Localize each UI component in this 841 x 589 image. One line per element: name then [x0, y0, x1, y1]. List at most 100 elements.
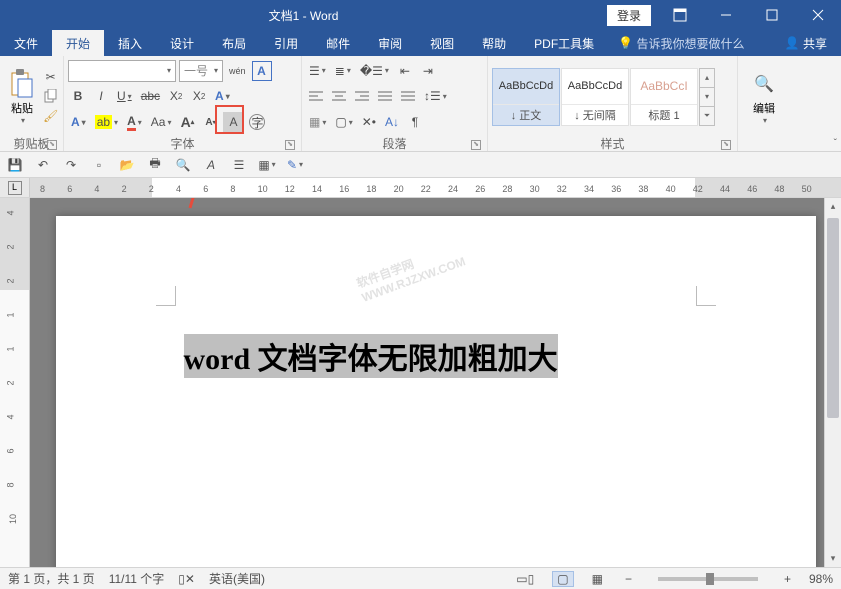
text-effects-button[interactable]: A▾	[212, 86, 233, 106]
format-painter-button[interactable]: 🖌	[40, 106, 61, 125]
justify-button[interactable]	[375, 86, 395, 106]
sort-button[interactable]: A↓	[382, 112, 402, 132]
borders-button[interactable]: ▢▾	[332, 112, 355, 132]
font-family-combo[interactable]: ▾	[68, 60, 176, 82]
cut-button[interactable]: ✂	[40, 68, 61, 87]
show-marks-button[interactable]: ¶	[405, 112, 425, 132]
tab-insert[interactable]: 插入	[104, 30, 156, 56]
paragraph-qat-button[interactable]: ☰	[230, 156, 248, 174]
style-name: ↓ 正文	[493, 104, 559, 125]
superscript-button[interactable]: X2	[189, 86, 209, 106]
tab-references[interactable]: 引用	[260, 30, 312, 56]
zoom-level[interactable]: 98%	[809, 572, 833, 586]
style-heading1[interactable]: AaBbCcI 标题 1	[630, 68, 698, 126]
redo-button[interactable]: ↷	[62, 156, 80, 174]
ribbon-display-options-icon[interactable]	[657, 0, 703, 30]
print-preview-button[interactable]: 🔍	[174, 156, 192, 174]
align-left-button[interactable]	[306, 86, 326, 106]
paste-button[interactable]: 粘贴 ▾	[4, 64, 40, 130]
tab-home[interactable]: 开始	[52, 30, 104, 56]
zoom-slider[interactable]	[658, 577, 758, 581]
share-icon: 👤	[785, 36, 800, 50]
paragraph-launcher[interactable]: ⬊	[471, 140, 481, 150]
selected-text[interactable]: word 文档字体无限加粗加大	[184, 334, 558, 378]
tab-view[interactable]: 视图	[416, 30, 468, 56]
tab-pdf[interactable]: PDF工具集	[520, 30, 608, 56]
italic-button[interactable]: I	[91, 86, 111, 106]
line-spacing-button[interactable]: ↕☰▾	[421, 86, 450, 106]
align-right-button[interactable]	[352, 86, 372, 106]
bold-button[interactable]: B	[68, 86, 88, 106]
phonetic-guide-button[interactable]: wén	[226, 61, 249, 81]
zoom-slider-thumb[interactable]	[706, 573, 714, 585]
scroll-down-icon[interactable]: ▾	[825, 550, 841, 567]
tab-file[interactable]: 文件	[0, 30, 52, 56]
change-case-button[interactable]: Aa▾	[148, 112, 175, 132]
subscript-button[interactable]: X2	[166, 86, 186, 106]
undo-button[interactable]: ↶	[34, 156, 52, 174]
style-normal[interactable]: AaBbCcDd ↓ 正文	[492, 68, 560, 126]
increase-indent-button[interactable]: ⇥	[418, 61, 438, 81]
page-scroll[interactable]: 软件自学网 WWW.RJZXW.COM word 文档字体无限加粗加大	[30, 198, 841, 567]
zoom-in-button[interactable]: +	[780, 572, 795, 586]
insert-qat-button[interactable]: ▦▾	[258, 156, 276, 174]
font-color-button[interactable]: A▾	[124, 112, 145, 132]
tab-layout[interactable]: 布局	[208, 30, 260, 56]
web-layout-button[interactable]: ▦	[588, 572, 607, 586]
scroll-thumb[interactable]	[827, 218, 839, 418]
font-qat-button[interactable]: A	[202, 156, 220, 174]
close-icon[interactable]	[795, 0, 841, 30]
document-content[interactable]: word 文档字体无限加粗加大	[184, 334, 558, 378]
bullets-button[interactable]: ☰▾	[306, 61, 329, 81]
read-mode-button[interactable]: ▭▯	[512, 572, 538, 586]
pen-qat-button[interactable]: ✎▾	[286, 156, 304, 174]
tab-mail[interactable]: 邮件	[312, 30, 364, 56]
decrease-indent-button[interactable]: ⇤	[395, 61, 415, 81]
multilevel-button[interactable]: �☰▾	[357, 61, 392, 81]
enclose-character-button[interactable]: 字	[246, 112, 268, 132]
distribute-button[interactable]	[398, 86, 418, 106]
clipboard-launcher[interactable]: ⬊	[47, 140, 57, 150]
maximize-icon[interactable]	[749, 0, 795, 30]
style-gallery-more[interactable]: ▴▾⏷	[699, 68, 715, 126]
login-button[interactable]: 登录	[607, 5, 651, 26]
status-proofing-icon[interactable]: ▯✕	[178, 572, 195, 586]
grow-font-button[interactable]: A▴	[177, 112, 197, 132]
vertical-ruler[interactable]: 42211246810	[0, 198, 30, 567]
new-button[interactable]: ▫	[90, 156, 108, 174]
save-button[interactable]: 💾	[6, 156, 24, 174]
style-nospacing[interactable]: AaBbCcDd ↓ 无间隔	[561, 68, 629, 126]
font-size-combo[interactable]: 一号▾	[179, 60, 223, 82]
font-launcher[interactable]: ⬊	[285, 140, 295, 150]
share-button[interactable]: 👤 共享	[771, 30, 841, 56]
open-button[interactable]: 📂	[118, 156, 136, 174]
print-layout-button[interactable]: ▢	[552, 571, 573, 587]
ruler-scale[interactable]: 8642246810121416182022242628303234363840…	[30, 178, 841, 197]
status-language[interactable]: 英语(美国)	[209, 570, 265, 587]
copy-button[interactable]	[40, 87, 61, 106]
tab-selector[interactable]: L	[8, 181, 22, 195]
text-style-button[interactable]: A▾	[68, 112, 89, 132]
tab-design[interactable]: 设计	[156, 30, 208, 56]
tell-me[interactable]: 💡 告诉我你想要做什么	[608, 30, 754, 56]
styles-launcher[interactable]: ⬊	[721, 140, 731, 150]
shading-button[interactable]: ▦▾	[306, 112, 329, 132]
scroll-up-icon[interactable]: ▴	[825, 198, 841, 215]
status-page[interactable]: 第 1 页，共 1 页	[8, 570, 95, 587]
minimize-icon[interactable]	[703, 0, 749, 30]
quick-print-button[interactable]: 🖶	[146, 156, 164, 174]
collapse-ribbon[interactable]: ˇ	[834, 138, 837, 149]
status-words[interactable]: 11/11 个字	[109, 570, 165, 587]
zoom-out-button[interactable]: −	[621, 572, 636, 586]
vertical-scrollbar[interactable]: ▴ ▾	[824, 198, 841, 567]
tab-review[interactable]: 审阅	[364, 30, 416, 56]
editing-button[interactable]: 🔍 编辑 ▾	[744, 64, 784, 129]
underline-button[interactable]: U▾	[114, 86, 135, 106]
tab-help[interactable]: 帮助	[468, 30, 520, 56]
highlight-button[interactable]: ab▾	[92, 112, 121, 132]
snap-button[interactable]: ✕•	[359, 112, 379, 132]
numbering-button[interactable]: ≣▾	[332, 61, 354, 81]
align-center-button[interactable]	[329, 86, 349, 106]
character-border-button[interactable]: A	[252, 61, 272, 81]
strikethrough-button[interactable]: abc	[138, 86, 163, 106]
